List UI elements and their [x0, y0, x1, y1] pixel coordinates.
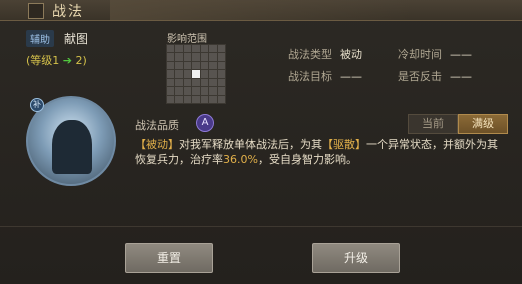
- range-cell: [192, 78, 200, 87]
- skill-header: 辅助 献图: [26, 30, 88, 47]
- portrait-badge: 补: [30, 98, 44, 112]
- skill-tag: 辅助: [26, 30, 54, 47]
- range-cell: [175, 53, 183, 61]
- range-cell: [183, 45, 192, 53]
- range-cell: [167, 61, 175, 70]
- range-cell: [200, 78, 209, 87]
- range-cell: [183, 70, 192, 78]
- range-cell: [175, 95, 183, 103]
- range-cell: [183, 87, 192, 95]
- range-cell: [192, 61, 200, 70]
- range-cell: [217, 53, 225, 61]
- range-grid: [166, 44, 226, 104]
- range-cell: [183, 53, 192, 61]
- desc-text-3: ，受自身智力影响。: [257, 153, 357, 166]
- range-cell: [192, 53, 200, 61]
- range-cell: [217, 70, 225, 78]
- counter-label: 是否反击: [398, 70, 442, 83]
- range-cell: [200, 87, 209, 95]
- counter-value: ——: [450, 70, 472, 83]
- type-value: 被动: [340, 48, 362, 61]
- skill-name: 献图: [64, 32, 89, 46]
- range-cell: [183, 61, 192, 70]
- range-cell: [167, 87, 175, 95]
- range-cell: [175, 61, 183, 70]
- figure-silhouette: [52, 120, 92, 174]
- range-cell: [175, 45, 183, 53]
- range-cell-target: [192, 70, 200, 78]
- quality-label: 战法品质: [135, 119, 179, 132]
- tab-max-level[interactable]: 满级: [458, 114, 508, 134]
- range-cell: [200, 45, 209, 53]
- target-value: ——: [340, 70, 362, 83]
- range-cell: [209, 45, 217, 53]
- upgrade-button[interactable]: 升级: [312, 243, 400, 273]
- quality-grade-badge: A: [196, 114, 214, 132]
- range-label: 影响范围: [167, 34, 207, 45]
- range-cell: [209, 53, 217, 61]
- info-counter: 是否反击 ——: [398, 68, 472, 84]
- range-cell: [209, 78, 217, 87]
- range-cell: [217, 78, 225, 87]
- title-gradient: [110, 0, 410, 20]
- range-cell: [217, 45, 225, 53]
- info-type: 战法类型 被动: [288, 46, 362, 62]
- range-cell: [209, 61, 217, 70]
- range-cell: [183, 78, 192, 87]
- skill-panel: 战法 辅助 献图 (等级1 ➔ 2) 补 影响范围 战法类型 被动 冷却时间 —— …: [0, 0, 522, 284]
- range-cell: [167, 78, 175, 87]
- title-ornament-icon: [28, 3, 44, 19]
- title-bar: 战法: [0, 0, 522, 21]
- range-cell: [192, 45, 200, 53]
- range-cell: [200, 53, 209, 61]
- range-cell: [200, 95, 209, 103]
- footer-divider: [0, 226, 522, 227]
- range-cell: [167, 53, 175, 61]
- desc-text-1: 对我军释放单体战法后，为其: [179, 138, 322, 151]
- range-cell: [217, 61, 225, 70]
- cooldown-value: ——: [450, 48, 472, 61]
- level-to: 2): [75, 54, 87, 67]
- range-cell: [217, 87, 225, 95]
- type-label: 战法类型: [288, 48, 332, 61]
- range-cell: [209, 95, 217, 103]
- level-arrow-icon: ➔: [62, 54, 73, 67]
- target-label: 战法目标: [288, 70, 332, 83]
- info-target: 战法目标 ——: [288, 68, 362, 84]
- range-cell: [175, 78, 183, 87]
- level-tabs: 当前 满级: [408, 114, 508, 134]
- tab-current[interactable]: 当前: [408, 114, 458, 134]
- reset-button[interactable]: 重置: [125, 243, 213, 273]
- desc-dispel-tag: 【驱散】: [322, 138, 366, 151]
- range-cell: [167, 70, 175, 78]
- range-cell: [167, 45, 175, 53]
- cooldown-label: 冷却时间: [398, 48, 442, 61]
- range-cell: [200, 61, 209, 70]
- range-cell: [200, 70, 209, 78]
- desc-heal-rate: 36.0%: [223, 153, 258, 166]
- info-cooldown: 冷却时间 ——: [398, 46, 472, 62]
- range-cell: [209, 70, 217, 78]
- range-cell: [209, 87, 217, 95]
- level-from: (等级1: [26, 54, 60, 67]
- range-cell: [192, 95, 200, 103]
- range-cell: [167, 95, 175, 103]
- range-cell: [192, 87, 200, 95]
- desc-passive-tag: 【被动】: [135, 138, 179, 151]
- range-cell: [175, 70, 183, 78]
- range-cell: [175, 87, 183, 95]
- level-indicator: (等级1 ➔ 2): [26, 52, 87, 68]
- range-cell: [183, 95, 192, 103]
- range-cell: [217, 95, 225, 103]
- skill-description: 【被动】对我军释放单体战法后，为其【驱散】一个异常状态，并额外为其恢复兵力，治疗…: [135, 137, 505, 167]
- window-title: 战法: [52, 4, 84, 20]
